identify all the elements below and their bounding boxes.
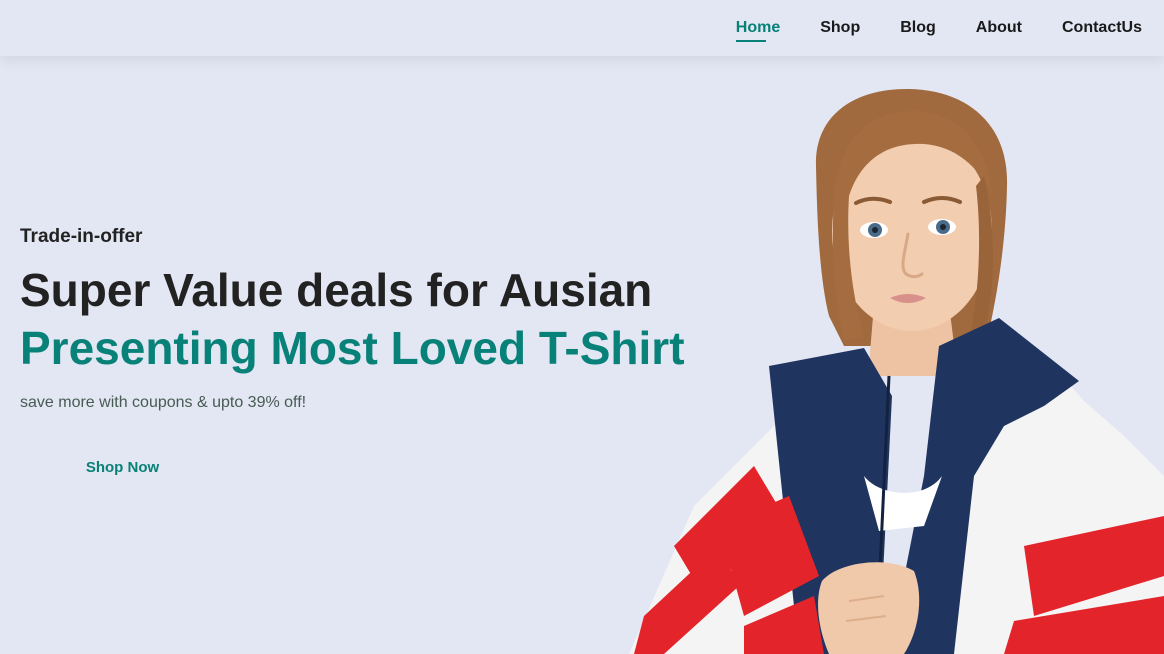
hero-text: Trade-in-offer Super Value deals for Aus… xyxy=(20,226,685,496)
nav-item-contact: ContactUs xyxy=(1062,19,1142,37)
nav-item-about: About xyxy=(976,19,1022,37)
nav-link-shop[interactable]: Shop xyxy=(820,19,860,36)
nav-item-shop: Shop xyxy=(820,19,860,37)
shop-now-button[interactable]: Shop Now xyxy=(20,438,225,496)
nav-link-about[interactable]: About xyxy=(976,19,1022,36)
hero-headline: Super Value deals for Ausian xyxy=(20,264,653,316)
nav-item-blog: Blog xyxy=(900,19,936,37)
hero-body-text: save more with coupons & upto 39% off! xyxy=(20,394,307,411)
main-navigation: Home Shop Blog About ContactUs xyxy=(736,0,1142,56)
nav-item-home: Home xyxy=(736,19,780,37)
hero-model-image xyxy=(629,88,1164,654)
nav-link-home[interactable]: Home xyxy=(736,19,780,36)
hero-eyebrow: Trade-in-offer xyxy=(20,226,143,247)
site-header: Home Shop Blog About ContactUs xyxy=(0,0,1164,56)
hero-section: Trade-in-offer Super Value deals for Aus… xyxy=(0,56,1164,654)
nav-link-blog[interactable]: Blog xyxy=(900,19,936,36)
nav-link-contact[interactable]: ContactUs xyxy=(1062,19,1142,36)
hero-subheadline: Presenting Most Loved T-Shirt xyxy=(20,322,685,374)
